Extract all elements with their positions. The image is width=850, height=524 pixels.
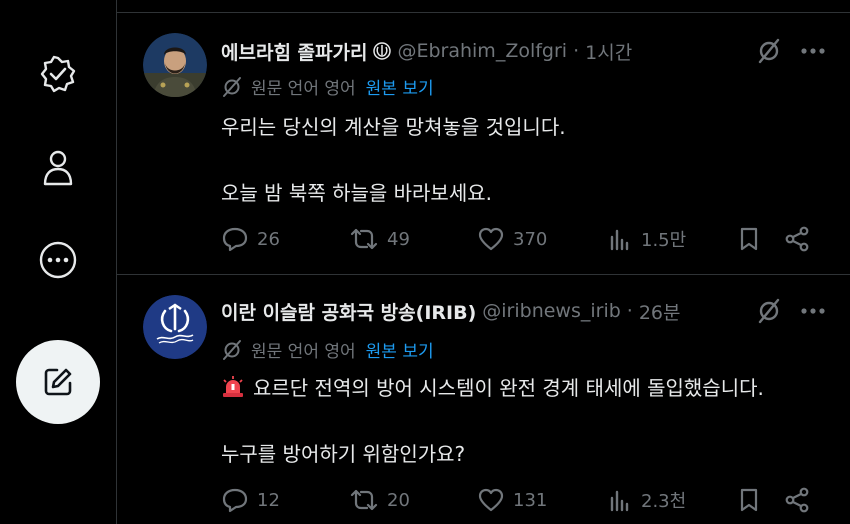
views-count: 1.5만 xyxy=(641,230,687,251)
like-button[interactable]: 131 xyxy=(477,484,547,516)
view-original-link[interactable]: 원본 보기 xyxy=(366,74,434,99)
author-name[interactable]: 에브라힘 졸파가리 xyxy=(221,38,367,65)
reply-button[interactable]: 26 xyxy=(221,223,280,255)
translation-label: 원문 언어 영어 xyxy=(251,342,356,362)
translation-label: 원문 언어 영어 xyxy=(251,79,356,99)
translate-icon xyxy=(221,339,243,361)
share-icon xyxy=(783,487,811,513)
bookmark-icon xyxy=(737,487,761,513)
author-handle[interactable]: @iribnews_irib xyxy=(482,300,621,322)
bookmark-icon xyxy=(737,226,761,252)
separator-dot: · xyxy=(573,40,580,62)
tweet-top-actions xyxy=(756,37,826,65)
tweet-top-actions xyxy=(756,297,826,325)
tweet-text-line: 우리는 당신의 계산을 망쳐놓을 것입니다. xyxy=(221,115,566,139)
chevron-icon[interactable] xyxy=(36,0,80,4)
tweet-text-line: 오늘 밤 북쪽 하늘을 바라보세요. xyxy=(221,181,492,205)
like-button[interactable]: 370 xyxy=(477,223,547,255)
views-button[interactable]: 2.3천 xyxy=(607,484,686,516)
siren-icon xyxy=(221,375,245,399)
sidebar-nav xyxy=(0,0,116,524)
repost-button[interactable]: 49 xyxy=(349,223,410,255)
tweet[interactable]: 이란 이슬람 공화국 방송(IRIB) @iribnews_irib · 26분… xyxy=(117,275,850,524)
repost-count: 20 xyxy=(387,489,410,511)
timestamp[interactable]: 26분 xyxy=(639,298,681,325)
more-icon[interactable] xyxy=(800,307,826,315)
tweet-text: 요르단 전역의 방어 시스템이 완전 경계 태세에 돌입했습니다. xyxy=(253,376,764,400)
translation-bar: 원문 언어 영어 원본 보기 xyxy=(221,74,434,99)
avatar[interactable] xyxy=(143,33,207,97)
grok-icon[interactable] xyxy=(756,38,782,64)
views-button[interactable]: 1.5만 xyxy=(607,223,686,255)
tweet-header: 에브라힘 졸파가리 @Ebrahim_Zolfgri · 1시간 xyxy=(221,37,632,65)
repost-icon xyxy=(349,487,379,513)
like-icon xyxy=(477,226,505,252)
bookmark-button[interactable] xyxy=(737,223,761,255)
avatar[interactable] xyxy=(143,295,207,359)
profile-icon[interactable] xyxy=(36,146,80,190)
views-icon xyxy=(607,226,633,252)
reply-button[interactable]: 12 xyxy=(221,484,280,516)
tweet[interactable]: 에브라힘 졸파가리 @Ebrahim_Zolfgri · 1시간 원문 언어 영… xyxy=(117,13,850,274)
more-circle-icon[interactable] xyxy=(36,238,80,282)
repost-icon xyxy=(349,226,379,252)
views-count: 2.3천 xyxy=(641,491,687,512)
tweet-action-bar: 12 20 131 2.3천 xyxy=(221,484,831,516)
share-button[interactable] xyxy=(783,484,811,516)
verified-badge-icon[interactable] xyxy=(36,52,80,96)
like-icon xyxy=(477,487,505,513)
translation-bar: 원문 언어 영어 원본 보기 xyxy=(221,337,434,362)
author-handle[interactable]: @Ebrahim_Zolfgri xyxy=(397,40,567,62)
repost-count: 49 xyxy=(387,228,410,250)
views-icon xyxy=(607,487,633,513)
timestamp[interactable]: 1시간 xyxy=(585,38,632,65)
grok-icon[interactable] xyxy=(756,298,782,324)
reply-count: 12 xyxy=(257,489,280,511)
separator-dot: · xyxy=(626,300,633,322)
tweet-header: 이란 이슬람 공화국 방송(IRIB) @iribnews_irib · 26분 xyxy=(221,297,681,325)
share-icon xyxy=(783,226,811,252)
reply-icon xyxy=(221,487,249,513)
emblem-icon xyxy=(373,42,392,60)
share-button[interactable] xyxy=(783,223,811,255)
translate-icon xyxy=(221,76,243,98)
author-name[interactable]: 이란 이슬람 공화국 방송(IRIB) xyxy=(221,298,476,325)
repost-button[interactable]: 20 xyxy=(349,484,410,516)
compose-button[interactable] xyxy=(16,340,100,424)
reply-icon xyxy=(221,226,249,252)
reply-count: 26 xyxy=(257,228,280,250)
tweet-text-line: 요르단 전역의 방어 시스템이 완전 경계 태세에 돌입했습니다. xyxy=(221,372,764,401)
bookmark-button[interactable] xyxy=(737,484,761,516)
view-original-link[interactable]: 원본 보기 xyxy=(366,337,434,362)
tweet-text-line: 누구를 방어하기 위함인가요? xyxy=(221,442,466,466)
like-count: 131 xyxy=(513,489,548,511)
compose-icon xyxy=(41,365,75,399)
more-icon[interactable] xyxy=(800,47,826,55)
like-count: 370 xyxy=(513,228,548,250)
tweet-action-bar: 26 49 370 1.5만 xyxy=(221,223,831,255)
